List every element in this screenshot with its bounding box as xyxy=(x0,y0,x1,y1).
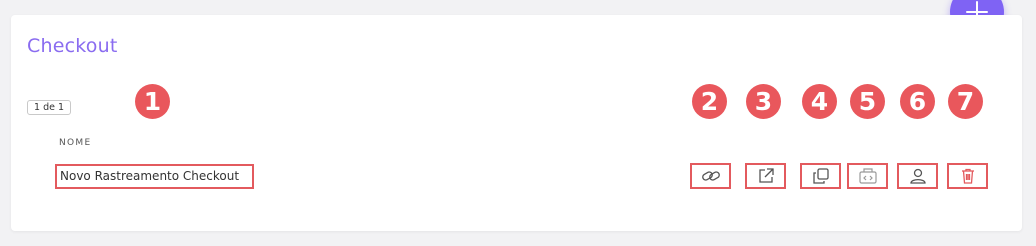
copy-icon xyxy=(812,168,829,184)
column-header-name: NOME xyxy=(59,138,92,148)
trash-icon xyxy=(961,168,974,184)
annotation-badge-4: 4 xyxy=(802,84,837,119)
copy-link-button[interactable] xyxy=(690,163,731,189)
annotation-badge-1: 1 xyxy=(135,84,170,119)
annotation-badge-2: 2 xyxy=(692,84,727,119)
tracking-name-link[interactable]: Novo Rastreamento Checkout xyxy=(55,164,254,189)
annotation-badge-5: 5 xyxy=(850,84,885,119)
external-link-icon xyxy=(758,168,774,183)
open-button[interactable] xyxy=(745,163,786,189)
code-button[interactable] xyxy=(847,163,888,189)
annotation-badge-6: 6 xyxy=(900,84,935,119)
card-title: Checkout xyxy=(27,35,118,57)
assign-user-button[interactable] xyxy=(897,163,938,189)
link-icon xyxy=(701,171,720,181)
annotation-badge-3: 3 xyxy=(746,84,781,119)
code-box-icon xyxy=(858,168,877,184)
pagination-badge: 1 de 1 xyxy=(27,100,72,115)
duplicate-button[interactable] xyxy=(800,163,841,189)
checkout-card: Checkout 1 de 1 NOME Novo Rastreamento C… xyxy=(11,15,1022,231)
user-icon xyxy=(909,168,926,184)
annotation-badge-7: 7 xyxy=(948,84,983,119)
delete-button[interactable] xyxy=(947,163,988,189)
